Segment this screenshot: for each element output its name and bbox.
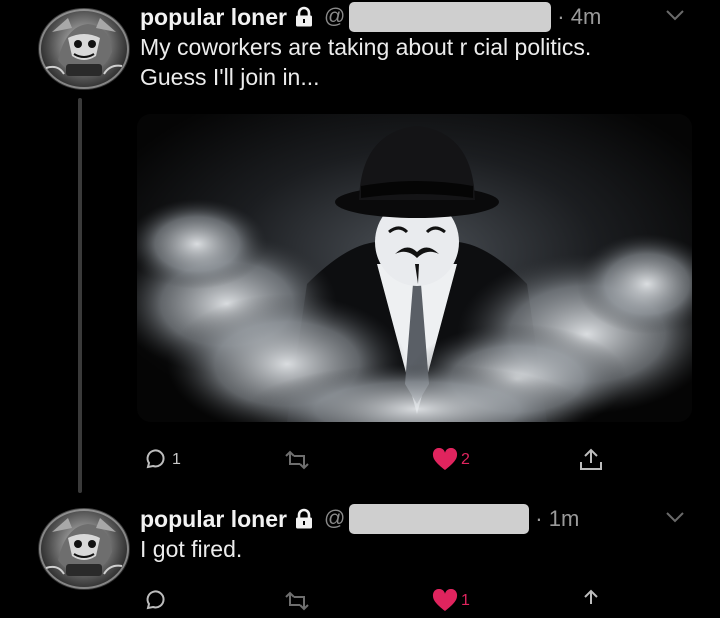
reply-count: 1 bbox=[172, 451, 181, 468]
retweet-icon bbox=[285, 450, 309, 470]
tweet-text: My coworkers are taking about r cial pol… bbox=[140, 34, 592, 90]
reply-button[interactable]: 1 bbox=[143, 443, 181, 477]
tweet[interactable]: popular loner @ · 4m My coworkers are ta… bbox=[140, 2, 700, 92]
handle-redaction bbox=[349, 2, 552, 32]
thread-connector-line bbox=[78, 98, 82, 493]
retweet-button[interactable] bbox=[282, 584, 315, 618]
like-count: 2 bbox=[461, 451, 470, 468]
share-button[interactable] bbox=[578, 443, 604, 477]
like-button[interactable]: 1 bbox=[432, 584, 470, 618]
reply-icon bbox=[146, 449, 165, 469]
handle[interactable]: @ bbox=[324, 507, 345, 531]
display-name[interactable]: popular loner bbox=[140, 506, 287, 533]
tweet[interactable]: popular loner @ · 1m I got fired. bbox=[140, 504, 700, 564]
avatar[interactable] bbox=[38, 508, 130, 590]
handle-redaction bbox=[349, 504, 530, 534]
heart-icon bbox=[432, 589, 458, 611]
share-button[interactable] bbox=[578, 584, 604, 618]
lock-icon bbox=[295, 6, 312, 27]
tweet-header: popular loner @ · 4m bbox=[140, 2, 700, 32]
tweet-image[interactable] bbox=[137, 114, 692, 422]
like-button[interactable]: 2 bbox=[432, 443, 470, 477]
timestamp[interactable]: · 4m bbox=[557, 4, 601, 30]
retweet-button[interactable] bbox=[282, 443, 315, 477]
chevron-down-icon[interactable] bbox=[664, 508, 686, 526]
reply-icon bbox=[146, 590, 165, 610]
reply-button[interactable] bbox=[143, 584, 172, 618]
display-name[interactable]: popular loner bbox=[140, 4, 287, 31]
lock-icon bbox=[295, 508, 312, 529]
heart-icon bbox=[432, 448, 458, 470]
chevron-down-icon[interactable] bbox=[664, 6, 686, 24]
tweet-actions: 1 bbox=[140, 584, 620, 618]
tweet-text: I got fired. bbox=[140, 536, 243, 562]
retweet-icon bbox=[285, 591, 309, 611]
tweet-actions: 1 2 bbox=[140, 443, 620, 477]
share-icon bbox=[580, 448, 602, 470]
tweet-thread: popular loner @ · 4m My coworkers are ta… bbox=[0, 0, 720, 618]
like-count: 1 bbox=[461, 592, 470, 609]
avatar[interactable] bbox=[38, 8, 130, 90]
share-icon bbox=[584, 589, 598, 604]
tweet-header: popular loner @ · 1m bbox=[140, 504, 700, 534]
handle[interactable]: @ bbox=[324, 5, 345, 29]
timestamp[interactable]: · 1m bbox=[535, 506, 579, 532]
